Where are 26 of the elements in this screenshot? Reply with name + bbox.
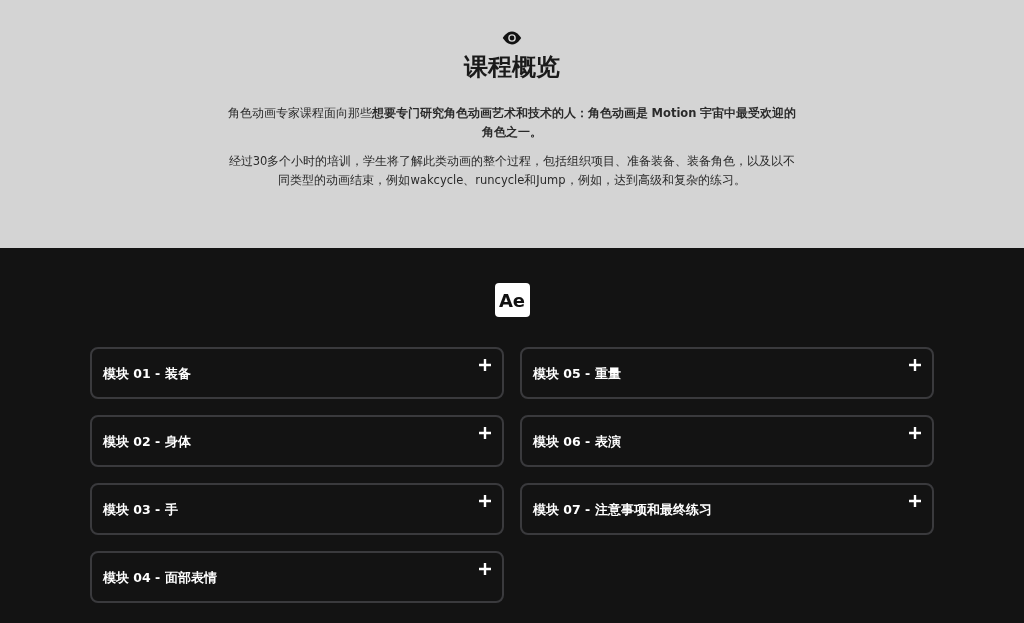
module-title: 模块 07 - 注意事项和最终练习 — [533, 501, 712, 519]
module-accordion[interactable]: 模块 01 - 装备 — [90, 347, 504, 399]
app-logo: Ae — [494, 283, 530, 317]
module-title: 模块 02 - 身体 — [103, 433, 191, 451]
plus-icon — [909, 495, 921, 507]
module-accordion[interactable]: 模块 05 - 重量 — [520, 347, 934, 399]
description-paragraph: 角色动画专家课程面向那些想要专门研究角色动画艺术和技术的人：角色动画是 Motion 宇宙中最受欢迎的角色之一。 — [227, 105, 797, 141]
plus-icon — [479, 359, 491, 371]
module-title: 模块 05 - 重量 — [533, 365, 621, 383]
plus-icon — [909, 427, 921, 439]
module-accordion[interactable]: 模块 06 - 表演 — [520, 415, 934, 467]
description-paragraph: 经过30多个小时的培训，学生将了解此类动画的整个过程，包括组织项目、准备装备、装备角色，以及以不同类型的动画结束，例如wakcycle、runcycle和Jump，例如，达到高级和复杂的练习。 — [227, 153, 797, 189]
plus-icon — [479, 427, 491, 439]
module-accordion[interactable]: 模块 02 - 身体 — [90, 415, 504, 467]
module-title: 模块 04 - 面部表情 — [103, 569, 217, 587]
module-accordion[interactable]: 模块 03 - 手 — [90, 483, 504, 535]
plus-icon — [479, 563, 491, 575]
plus-icon — [909, 359, 921, 371]
module-accordion[interactable]: 模块 07 - 注意事项和最终练习 — [520, 483, 934, 535]
module-accordion[interactable]: 模块 04 - 面部表情 — [90, 551, 504, 603]
module-title: 模块 01 - 装备 — [103, 365, 191, 383]
module-title: 模块 03 - 手 — [103, 501, 178, 519]
section-title: 课程概览 — [464, 52, 560, 83]
module-title: 模块 06 - 表演 — [533, 433, 621, 451]
eye-icon — [501, 30, 523, 46]
plus-icon — [479, 495, 491, 507]
